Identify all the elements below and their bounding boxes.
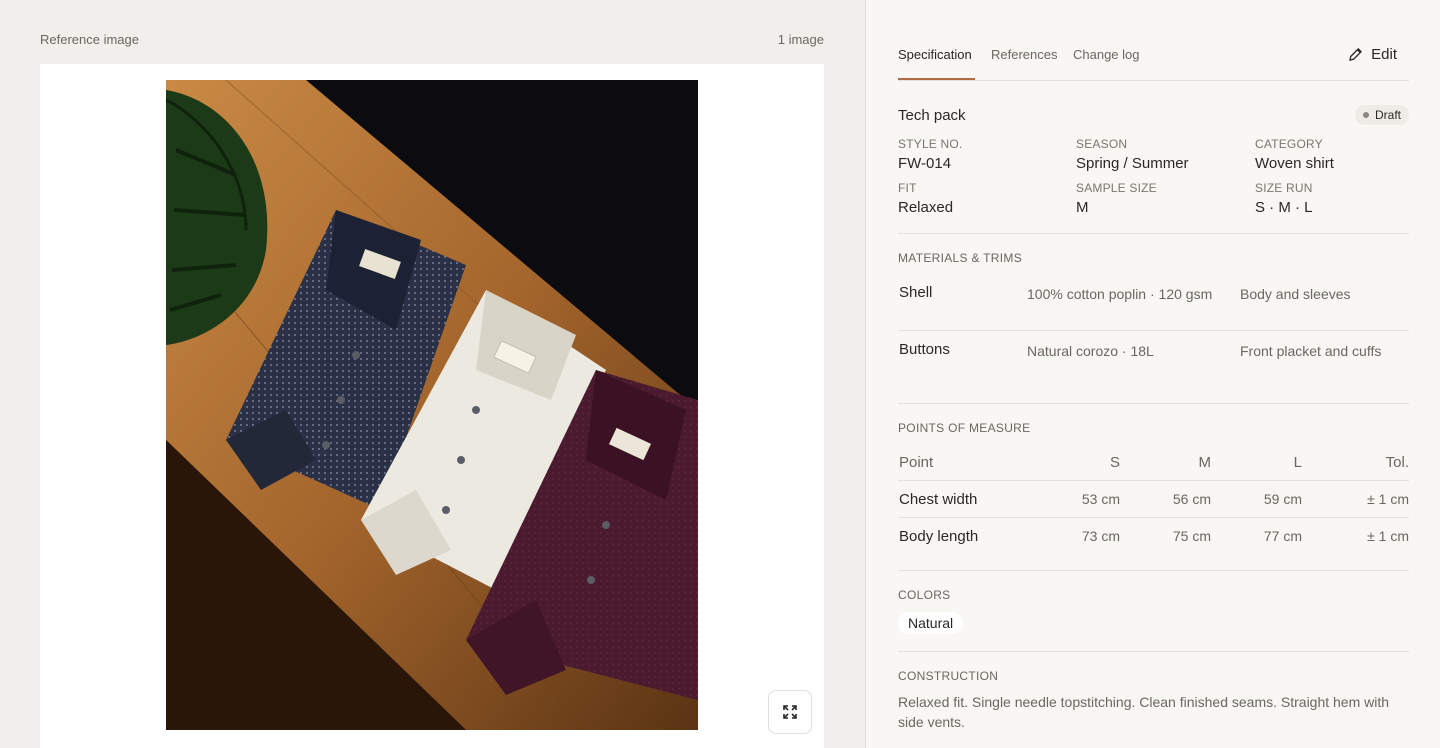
tab-bar: Specification References Change log Edit — [898, 0, 1409, 81]
pom-row-chest-width: Chest width 53 cm 56 cm 59 cm ± 1 cm — [899, 491, 1409, 508]
reference-header: Reference image 1 image — [40, 32, 824, 48]
field-season: Season Spring / Summer — [1076, 137, 1189, 172]
tab-change-log[interactable]: Change log — [1073, 47, 1140, 62]
field-category: Category Woven shirt — [1255, 137, 1334, 172]
status-badge: Draft — [1354, 105, 1409, 125]
expand-icon — [783, 705, 797, 719]
expand-image-button[interactable] — [768, 690, 812, 734]
shirts-photo-illustration — [166, 80, 698, 730]
colors-title: Colors — [898, 588, 951, 602]
pom-title: Points of measure — [898, 421, 1031, 435]
tab-references[interactable]: References — [991, 47, 1057, 62]
divider — [898, 570, 1409, 571]
field-fit: Fit Relaxed — [898, 181, 954, 216]
pencil-icon — [1349, 48, 1362, 61]
status-label: Draft — [1374, 108, 1401, 122]
spec-pane: Specification References Change log Edit… — [865, 0, 1440, 748]
materials-title: Materials & trims — [898, 251, 1023, 265]
reference-heading: Reference image — [40, 32, 139, 47]
edit-label: Edit — [1371, 46, 1397, 63]
edit-button[interactable]: Edit — [1348, 46, 1397, 63]
field-sample-size: Sample size M — [1076, 181, 1157, 216]
divider — [898, 480, 1409, 481]
reference-photo[interactable] — [166, 80, 698, 730]
divider — [898, 651, 1409, 652]
field-size-run: Size run S · M · L — [1255, 181, 1313, 216]
divider — [898, 517, 1409, 518]
status-dot-icon — [1362, 112, 1369, 118]
construction-title: Construction — [898, 669, 999, 683]
active-tab-indicator — [898, 78, 975, 80]
field-style-no: Style No. FW-014 — [898, 137, 963, 172]
divider — [898, 233, 1409, 234]
divider — [898, 330, 1409, 331]
color-chip-natural[interactable]: Natural — [898, 612, 964, 634]
construction-text: Relaxed fit. Single needle topstitching.… — [898, 694, 1390, 730]
image-canvas — [40, 64, 824, 748]
pom-row-body-length: Body length 73 cm 75 cm 77 cm ± 1 cm — [899, 528, 1409, 545]
techpack-title: Tech pack — [898, 107, 966, 124]
divider — [898, 403, 1409, 404]
image-count: 1 image — [777, 32, 824, 47]
pom-header-row: Point S M L Tol. — [899, 454, 1409, 471]
tab-specification[interactable]: Specification — [898, 47, 972, 62]
reference-pane: Reference image 1 image — [0, 0, 865, 748]
